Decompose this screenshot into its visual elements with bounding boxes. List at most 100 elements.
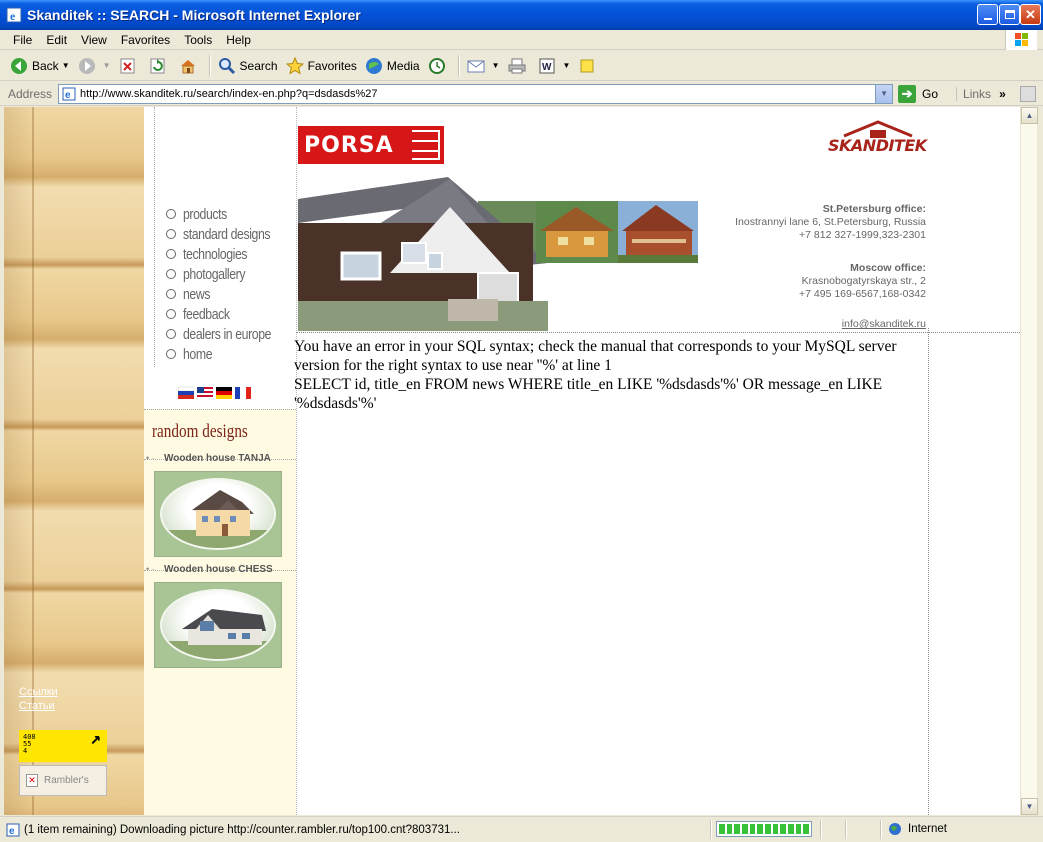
address-dropdown-icon[interactable]: ▼ bbox=[875, 84, 893, 103]
russian-flag-icon[interactable] bbox=[178, 385, 194, 401]
vertical-scrollbar[interactable]: ▲ ▼ bbox=[1020, 107, 1038, 815]
links-link[interactable]: Ссылки bbox=[19, 685, 58, 699]
progress-block bbox=[765, 824, 771, 834]
counter-badge[interactable]: 408 55 4 ↗ bbox=[19, 730, 107, 762]
status-divider bbox=[820, 820, 821, 839]
rambler-counter[interactable]: ✕ Rambler's bbox=[19, 765, 107, 796]
progress-block bbox=[734, 824, 741, 834]
close-button[interactable]: ✕ bbox=[1020, 4, 1041, 25]
menu-tools[interactable]: Tools bbox=[177, 33, 219, 47]
mail-icon bbox=[467, 60, 485, 72]
media-button[interactable]: Media bbox=[361, 53, 424, 79]
nav-item-news[interactable]: news bbox=[166, 284, 290, 304]
favorites-star-icon bbox=[285, 56, 304, 75]
nav-label: photogallery bbox=[183, 265, 246, 283]
email-link[interactable]: info@skanditek.ru bbox=[816, 318, 926, 330]
nav-item-standard-designs[interactable]: standard designs bbox=[166, 224, 290, 244]
scroll-down-icon[interactable]: ▼ bbox=[1021, 798, 1038, 815]
nav-item-products[interactable]: products bbox=[166, 204, 290, 224]
home-button[interactable] bbox=[175, 53, 205, 79]
menu-edit[interactable]: Edit bbox=[39, 33, 74, 47]
print-button[interactable] bbox=[504, 53, 534, 79]
search-button[interactable]: Search bbox=[214, 53, 282, 79]
dots-icon: • · bbox=[146, 564, 155, 574]
house-photo-3 bbox=[618, 201, 698, 263]
forward-dropdown-icon[interactable]: ▼ bbox=[103, 61, 111, 70]
edit-button[interactable]: W ▼ bbox=[534, 53, 575, 79]
nav-bullet-icon bbox=[166, 329, 176, 339]
status-bar: e (1 item remaining) Downloading picture… bbox=[0, 816, 1043, 842]
menu-favorites[interactable]: Favorites bbox=[114, 33, 177, 47]
maximize-button[interactable] bbox=[999, 4, 1020, 25]
spb-office-phone: +7 812 327-1999,323-2301 bbox=[799, 229, 926, 241]
house-photo-main bbox=[298, 173, 548, 331]
language-flags bbox=[178, 385, 251, 401]
maximize-icon bbox=[1004, 10, 1015, 19]
standard-toolbar: Back ▼ ▼ Search Favorites Media ▼ W ▼ bbox=[0, 51, 1043, 81]
menu-file[interactable]: File bbox=[0, 33, 39, 47]
forward-button[interactable]: ▼ bbox=[74, 53, 115, 79]
random-item-thumbnail[interactable] bbox=[154, 582, 282, 668]
svg-text:e: e bbox=[10, 9, 16, 23]
links-chevron-icon[interactable]: » bbox=[999, 87, 1006, 101]
nav-item-home[interactable]: home bbox=[166, 344, 290, 364]
spb-office-title: St.Petersburg office: bbox=[822, 203, 926, 215]
articles-link[interactable]: Статьи bbox=[19, 699, 58, 713]
menu-view[interactable]: View bbox=[74, 33, 114, 47]
msk-office-title: Moscow office: bbox=[850, 262, 926, 274]
history-button[interactable] bbox=[424, 53, 454, 79]
minimize-icon bbox=[983, 17, 992, 20]
wood-background: Ссылки Статьи 408 55 4 ↗ ✕ Rambler's bbox=[4, 107, 144, 815]
status-divider bbox=[710, 820, 711, 839]
porsa-logo[interactable]: PORSA bbox=[298, 126, 444, 164]
nav-item-photogallery[interactable]: photogallery bbox=[166, 264, 290, 284]
note-icon bbox=[580, 59, 594, 72]
random-item-label[interactable]: Wooden house CHESS bbox=[164, 564, 273, 575]
skanditek-logo[interactable]: SKANDITEK bbox=[828, 120, 928, 158]
links-toolbar[interactable]: Links bbox=[956, 86, 991, 101]
stop-button[interactable] bbox=[115, 53, 145, 79]
random-designs-title: random designs bbox=[152, 421, 248, 442]
spb-office-address: Inostrannyi lane 6, St.Petersburg, Russi… bbox=[735, 216, 926, 228]
messenger-button[interactable] bbox=[574, 53, 604, 79]
progress-block bbox=[742, 824, 748, 834]
random-item-thumbnail[interactable] bbox=[154, 471, 282, 557]
refresh-button[interactable] bbox=[145, 53, 175, 79]
address-input[interactable]: e http://www.skanditek.ru/search/index-e… bbox=[58, 83, 894, 104]
minimize-button[interactable] bbox=[977, 4, 998, 25]
favorites-button[interactable]: Favorites bbox=[282, 53, 361, 79]
us-flag-icon[interactable] bbox=[197, 385, 213, 401]
nav-item-technologies[interactable]: technologies bbox=[166, 244, 290, 264]
progress-block bbox=[757, 824, 764, 834]
mail-button[interactable]: ▼ bbox=[463, 53, 504, 79]
edit-dropdown-icon[interactable]: ▼ bbox=[563, 61, 571, 70]
back-dropdown-icon[interactable]: ▼ bbox=[62, 61, 70, 70]
status-divider bbox=[845, 820, 846, 839]
mail-dropdown-icon[interactable]: ▼ bbox=[492, 61, 500, 70]
section-divider bbox=[144, 409, 296, 410]
toolbar-separator bbox=[208, 54, 210, 77]
favorites-label: Favorites bbox=[307, 58, 357, 73]
german-flag-icon[interactable] bbox=[216, 385, 232, 401]
svg-text:W: W bbox=[542, 62, 552, 73]
toolbar-extra-icon[interactable] bbox=[1019, 85, 1036, 102]
media-label: Media bbox=[386, 58, 420, 73]
menu-help[interactable]: Help bbox=[219, 33, 258, 47]
stop-icon bbox=[120, 58, 135, 73]
nav-item-feedback[interactable]: feedback bbox=[166, 304, 290, 324]
main-left-border bbox=[296, 107, 297, 815]
nav-bullet-icon bbox=[166, 289, 176, 299]
go-button[interactable]: ➔ Go bbox=[898, 84, 938, 103]
progress-block bbox=[795, 824, 802, 834]
page-loading-icon: e bbox=[6, 823, 20, 837]
random-item-label[interactable]: Wooden house TANJA bbox=[164, 453, 271, 464]
back-button[interactable]: Back ▼ bbox=[6, 53, 74, 79]
french-flag-icon[interactable] bbox=[235, 385, 251, 401]
menu-bar: File Edit View Favorites Tools Help bbox=[0, 30, 1043, 50]
scroll-up-icon[interactable]: ▲ bbox=[1021, 107, 1038, 124]
nav-item-dealers-in-europe[interactable]: dealers in europe bbox=[166, 324, 290, 344]
title-bar: e Skanditek :: SEARCH - Microsoft Intern… bbox=[0, 0, 1043, 30]
search-label: Search bbox=[239, 58, 278, 73]
progress-block bbox=[780, 824, 787, 834]
house-tanja-image bbox=[160, 478, 276, 550]
